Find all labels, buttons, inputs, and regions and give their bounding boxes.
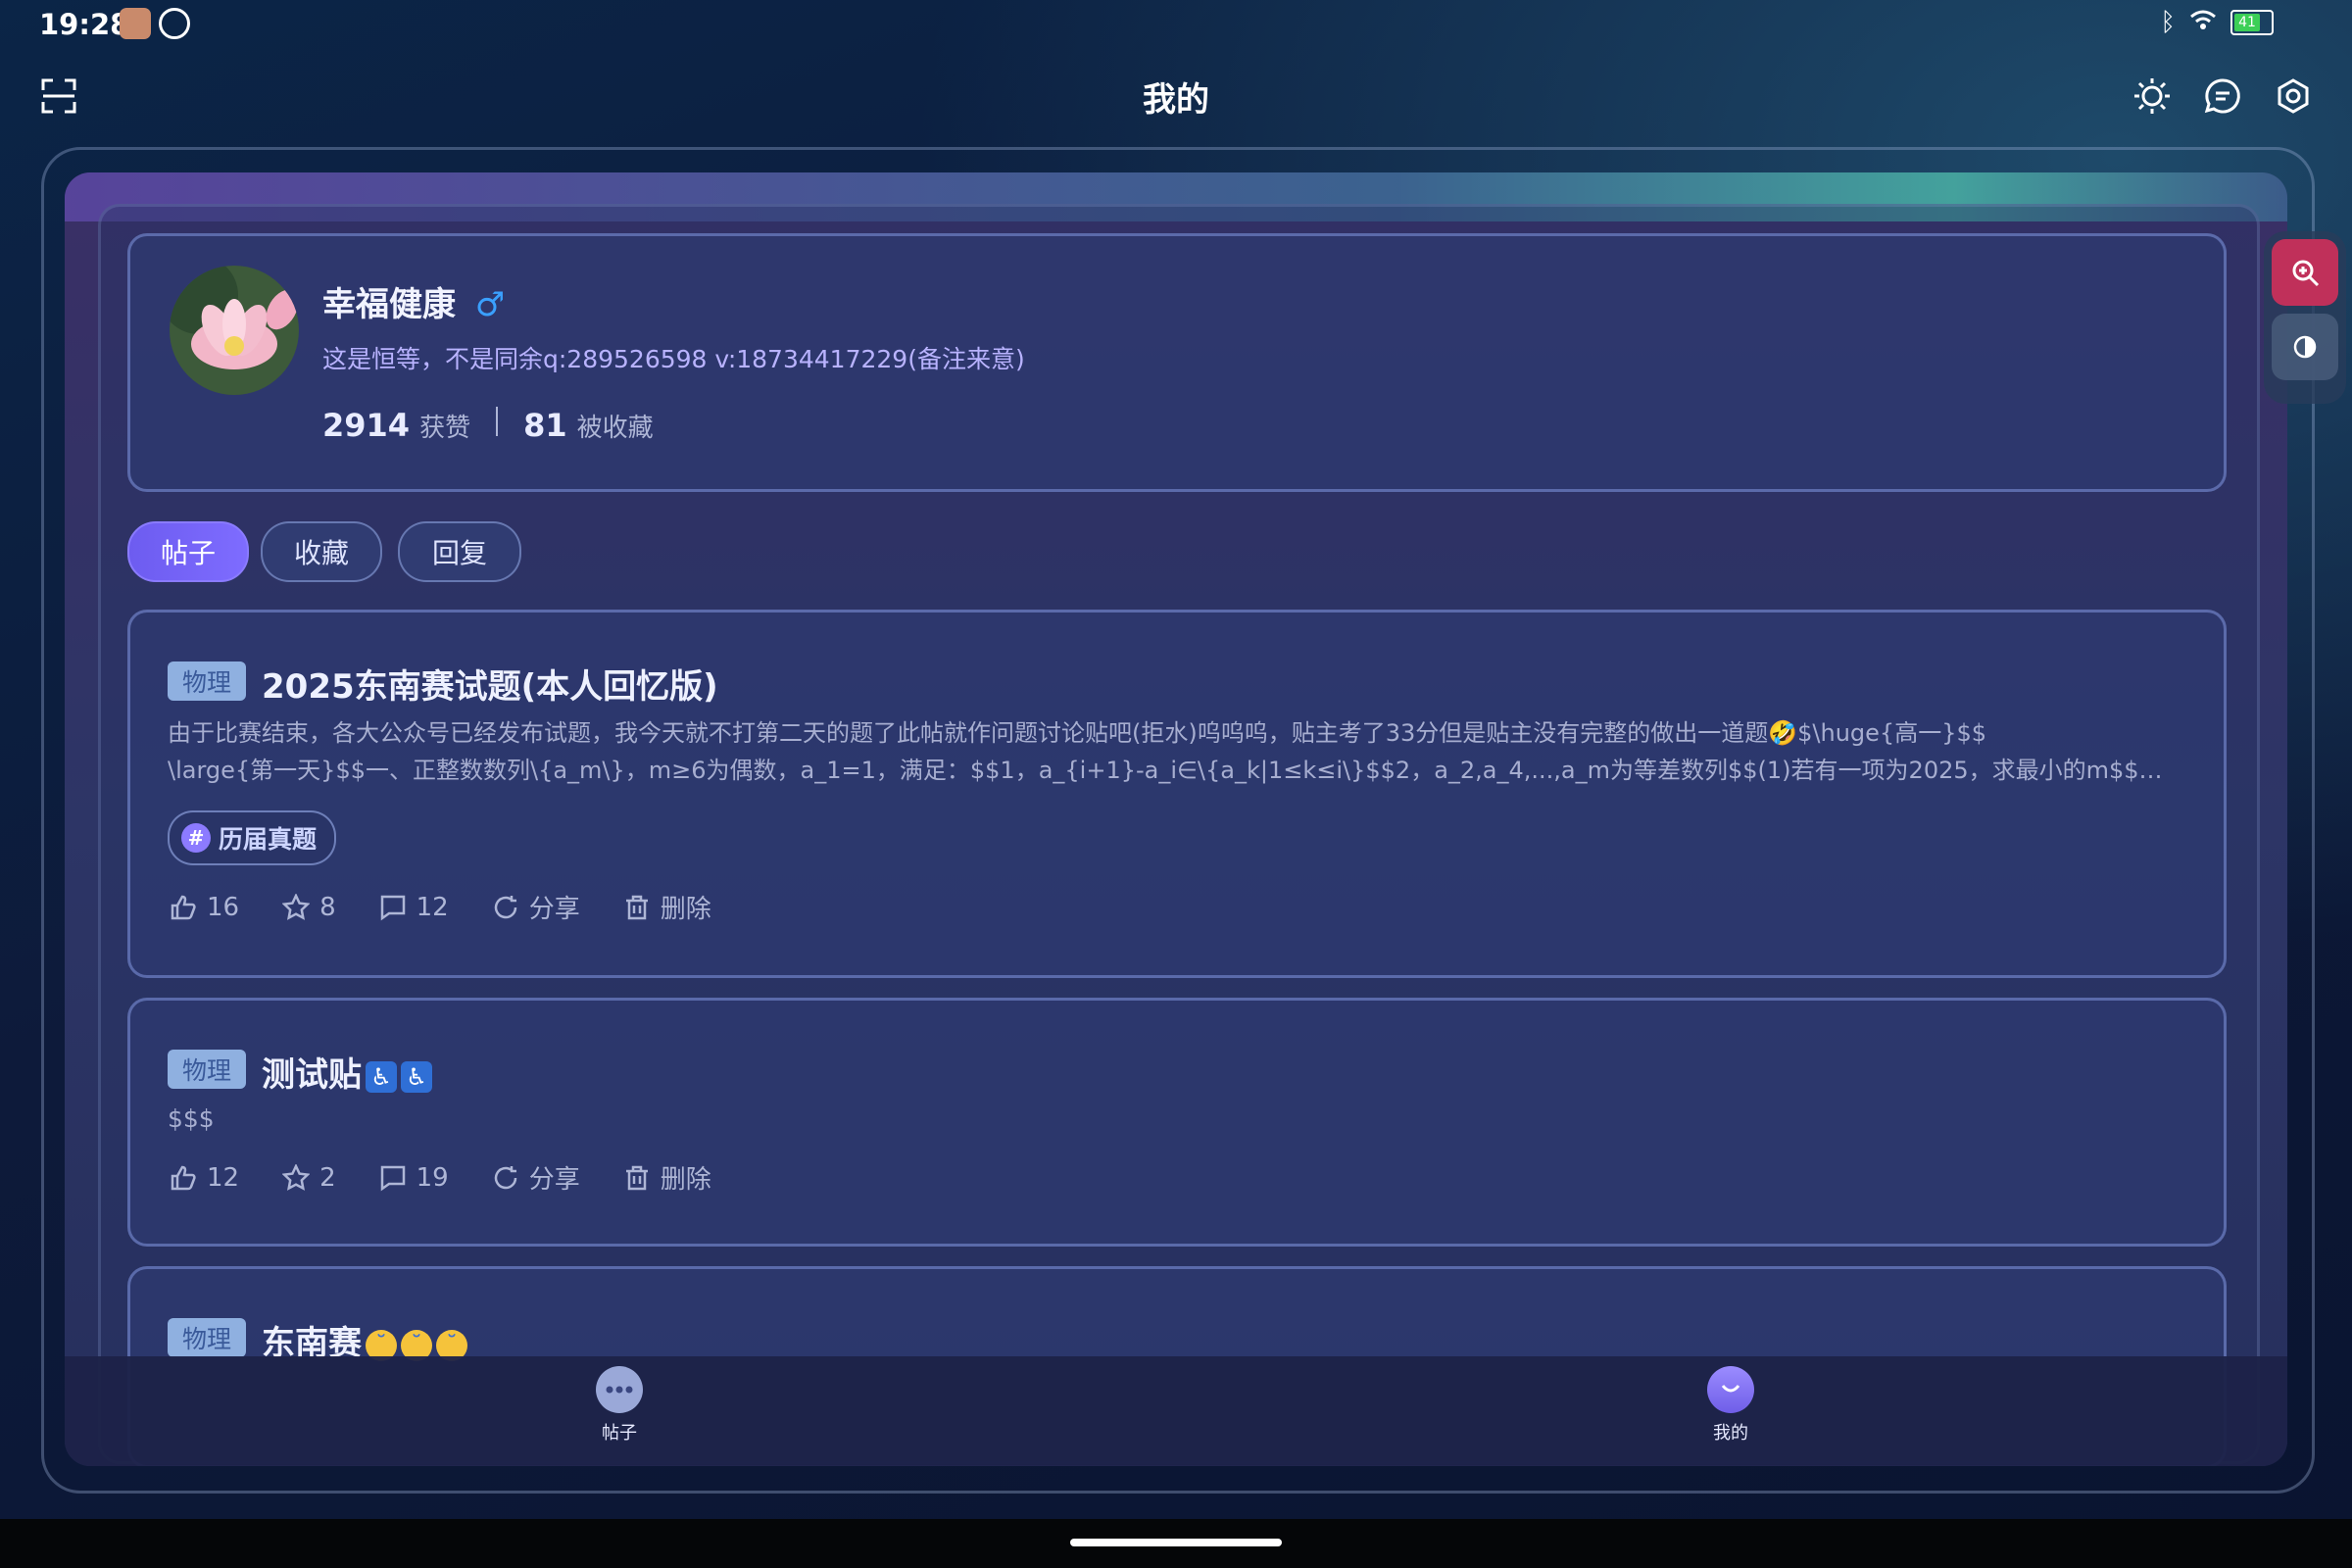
share-button[interactable]: 分享 [492,889,580,925]
post-title-wrap[interactable]: 测试贴 ♿ ♿ [262,1048,432,1096]
stats-divider [496,407,499,436]
post-title[interactable]: 2025东南赛试题(本人回忆版) [262,660,718,708]
settings-icon[interactable] [2270,73,2317,120]
star-icon [282,1163,311,1191]
post-card[interactable]: 物理 测试贴 ♿ ♿ $$$ 12 2 19 分享 删除 [127,998,2227,1247]
star-icon [282,893,311,920]
page-title: 我的 [1143,80,1209,120]
status-time: 19:28 [39,8,130,41]
user-stats: 2914 获赞 81 被收藏 [322,407,654,444]
user-bio: 这是恒等，不是同余q:289526598 v:18734417229(备注来意) [322,345,1025,373]
floating-toolbar [2264,231,2346,404]
nav-mine-label: 我的 [1713,1423,1748,1444]
post-card[interactable]: 物理 2025东南赛试题(本人回忆版) 由于比赛结束，各大公众号已经发布试题，我… [127,610,2227,978]
post-tag: 物理 [168,662,246,701]
post-tag: 物理 [168,1318,246,1357]
post-actions: 12 2 19 分享 删除 [170,1159,755,1196]
tab-posts[interactable]: 帖子 [127,521,249,582]
wifi-icon [2189,8,2217,37]
user-name: 幸福健康 [322,285,456,324]
zoom-in-icon[interactable] [2272,239,2338,306]
share-icon [494,1165,516,1189]
post-body-line: $$$ [168,1104,215,1133]
delete-button[interactable]: 删除 [623,1159,711,1196]
profile-card: 幸福健康 ♂ 这是恒等，不是同余q:289526598 v:1873441722… [127,233,2227,492]
timer-icon [159,8,190,39]
topic-chip[interactable]: # 历届真题 [168,810,337,865]
share-icon [494,895,516,918]
topic-label: 历届真题 [219,825,318,854]
trash-icon [625,1165,648,1190]
comment-button[interactable]: 12 [379,893,449,922]
post-body-line: \large{第一天}$$一、正整数数列\{a_m\}，m≥6为偶数，a_1=1… [168,757,2167,784]
content-area: 幸福健康 ♂ 这是恒等，不是同余q:289526598 v:1873441722… [65,172,2287,1466]
home-indicator[interactable] [1070,1539,1282,1546]
thumbs-up-icon [171,1165,196,1190]
nav-mine[interactable]: 我的 [1672,1356,1789,1445]
thumbs-up-icon [171,895,196,919]
bluetooth-icon: ᛒ [2160,8,2176,37]
delete-button[interactable]: 删除 [623,889,711,925]
brightness-icon[interactable] [2129,73,2176,120]
bottom-nav: 帖子 我的 [65,1356,2287,1466]
app-notification-icon [120,8,151,39]
trash-icon [625,895,648,919]
like-button[interactable]: 16 [170,893,239,922]
post-body-line: 由于比赛结束，各大公众号已经发布试题，我今天就不打第二天的题了此帖就作问题讨论贴… [168,719,1986,747]
comment-icon [380,895,405,920]
comment-button[interactable]: 19 [379,1163,449,1193]
status-icons: ᛒ 41 [2160,8,2274,37]
star-button[interactable]: 8 [282,893,336,922]
tab-replies[interactable]: 回复 [398,521,521,582]
accessibility-emoji: ♿ [401,1060,432,1093]
hashtag-icon: # [181,823,211,853]
favorites-label: 被收藏 [576,414,654,443]
likes-label: 获赞 [419,414,471,443]
gender-male-icon: ♂ [474,285,506,324]
contrast-icon[interactable] [2272,314,2338,380]
message-icon[interactable] [2199,73,2246,120]
post-tag: 物理 [168,1050,246,1089]
nav-posts-label: 帖子 [602,1423,637,1444]
likes-count: 2914 [322,407,411,444]
nav-posts[interactable]: 帖子 [561,1356,678,1445]
favorites-count: 81 [523,407,567,444]
avatar[interactable] [170,266,299,395]
battery-icon: 41 [2230,10,2274,35]
star-button[interactable]: 2 [282,1163,336,1193]
like-button[interactable]: 12 [170,1163,239,1193]
tab-favorites[interactable]: 收藏 [261,521,382,582]
chat-bubble-icon [596,1366,643,1413]
share-button[interactable]: 分享 [492,1159,580,1196]
post-actions: 16 8 12 分享 删除 [170,889,755,925]
accessibility-emoji: ♿ [366,1060,397,1093]
profile-face-icon [1707,1366,1754,1413]
post-title: 测试贴 [262,1055,362,1095]
comment-icon [380,1165,405,1191]
